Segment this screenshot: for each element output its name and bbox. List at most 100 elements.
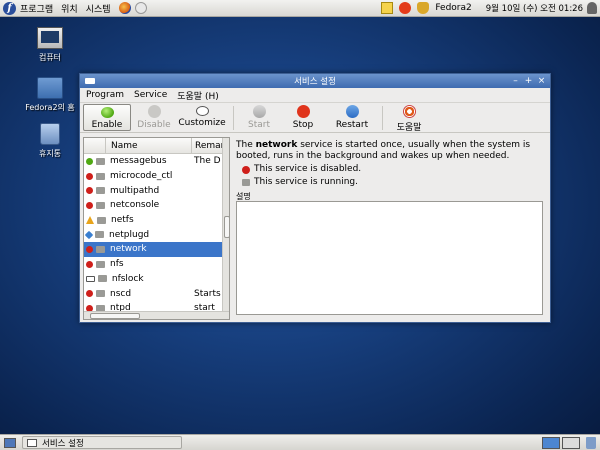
horizontal-scrollbar[interactable] xyxy=(84,311,229,319)
trash-icon[interactable] xyxy=(586,436,596,449)
bottom-panel: 서비스 설정 xyxy=(0,434,600,450)
table-row[interactable]: microcode_ctl xyxy=(84,169,222,184)
menu-system[interactable]: 시스템 xyxy=(86,2,111,15)
status-icon xyxy=(86,245,93,253)
username[interactable]: Fedora2 xyxy=(435,3,471,13)
column-header-remark[interactable]: Remar xyxy=(192,138,222,153)
workspace-2[interactable] xyxy=(562,436,580,449)
service-name-cell: multipathd xyxy=(110,185,160,196)
warning-icon xyxy=(86,216,94,225)
disable-button[interactable]: Disable xyxy=(131,103,177,130)
status-icon xyxy=(86,260,93,268)
start-button[interactable]: Start xyxy=(240,103,278,130)
status-running-text: This service is running. xyxy=(254,177,358,187)
column-header-status[interactable] xyxy=(84,138,106,153)
status-icon xyxy=(86,201,93,209)
table-row[interactable]: nfs xyxy=(84,257,222,272)
scroll-thumb[interactable] xyxy=(90,313,140,319)
stop-icon xyxy=(296,105,310,118)
show-desktop-icon[interactable] xyxy=(4,437,16,448)
taskbar-window-label: 서비스 설정 xyxy=(42,438,84,449)
status-disabled: This service is disabled. xyxy=(242,164,548,175)
service-type-icon xyxy=(96,157,105,165)
top-panel: f 프로그램 위치 시스템 Fedora2 9월 10일 (수) 오전 01:2… xyxy=(0,0,600,17)
update-icon[interactable] xyxy=(399,2,412,14)
toolbar-separator xyxy=(382,106,383,130)
table-row[interactable]: nfslock xyxy=(84,272,222,287)
service-rows: messagebus The D-microcode_ctl multipathd n… xyxy=(84,154,222,316)
status-running: This service is running. xyxy=(242,177,548,188)
summary-prefix: The xyxy=(236,140,256,150)
service-type-icon xyxy=(96,201,105,209)
disable-icon xyxy=(147,105,161,118)
service-type-icon xyxy=(96,172,105,180)
service-remark-cell: The D- xyxy=(194,156,221,167)
service-remark-cell: Starts xyxy=(194,288,221,299)
table-row[interactable]: nscd Starts xyxy=(84,286,222,301)
window-titlebar[interactable]: 서비스 설정 – + × xyxy=(80,74,550,88)
service-type-icon xyxy=(96,187,105,195)
status-icon xyxy=(84,230,94,240)
toolbar: Enable Disable Customize Start Stop Rest… xyxy=(80,103,550,133)
window-icon xyxy=(27,438,37,447)
enable-icon xyxy=(100,107,114,118)
fedora-logo-icon[interactable]: f xyxy=(3,1,16,15)
disabled-status-icon xyxy=(242,165,250,174)
disable-label: Disable xyxy=(137,120,171,130)
help-label: 도움말 xyxy=(396,123,422,133)
service-summary: The network service is started once, usu… xyxy=(236,140,548,162)
trash-icon xyxy=(40,123,60,145)
firefox-icon[interactable] xyxy=(118,2,131,14)
table-row[interactable]: netconsole xyxy=(84,198,222,213)
table-row[interactable]: multipathd xyxy=(84,183,222,198)
restart-label: Restart xyxy=(335,120,369,130)
menu-places[interactable]: 위치 xyxy=(61,2,78,15)
column-header-name[interactable]: Name xyxy=(106,138,192,153)
table-row[interactable]: netplugd xyxy=(84,227,222,242)
clock[interactable]: 9월 10일 (수) 오전 01:26 xyxy=(486,2,583,14)
desktop-icon-computer[interactable]: 컴퓨터 xyxy=(18,27,82,63)
customize-label: Customize xyxy=(178,118,226,128)
desktop-icon-trash[interactable]: 휴지통 xyxy=(18,123,82,159)
table-row[interactable]: network xyxy=(84,242,222,257)
service-name-cell: nfslock xyxy=(111,273,144,284)
workspace-1[interactable] xyxy=(542,436,560,449)
enable-label: Enable xyxy=(91,120,123,130)
desktop-icon-label: 컴퓨터 xyxy=(38,53,62,62)
restart-icon xyxy=(345,105,359,118)
table-row[interactable]: netfs xyxy=(84,213,222,228)
running-status-icon xyxy=(242,179,250,186)
help-icon[interactable] xyxy=(134,2,147,14)
customize-icon xyxy=(195,106,209,116)
service-name-cell: network xyxy=(110,244,147,255)
menu-help[interactable]: 도움말 (H) xyxy=(177,89,219,102)
notes-icon[interactable] xyxy=(381,2,394,14)
table-row[interactable]: messagebus The D- xyxy=(84,154,222,169)
help-button[interactable]: 도움말 xyxy=(389,103,429,133)
service-name-cell: microcode_ctl xyxy=(110,171,173,182)
restart-button[interactable]: Restart xyxy=(328,103,376,130)
desktop-icon-home[interactable]: Fedora2의 홈 xyxy=(18,77,82,113)
service-list: Name Remar messagebus The D-microcode_ctl… xyxy=(83,137,230,320)
description-box[interactable] xyxy=(236,201,543,315)
service-type-icon xyxy=(97,216,106,224)
desktop-icon-label: Fedora2의 홈 xyxy=(25,103,75,112)
status-icon xyxy=(86,172,93,180)
service-name-cell: nfs xyxy=(110,259,124,270)
user-switch-icon[interactable] xyxy=(587,2,597,14)
window-title: 서비스 설정 xyxy=(294,77,336,87)
customize-button[interactable]: Customize xyxy=(177,103,227,128)
workspace-switcher xyxy=(540,436,580,449)
menu-program[interactable]: Program xyxy=(86,90,124,100)
stop-button[interactable]: Stop xyxy=(278,103,328,130)
lifebuoy-icon xyxy=(402,105,416,118)
status-disabled-text: This service is disabled. xyxy=(254,164,362,174)
vertical-scrollbar[interactable] xyxy=(222,138,229,313)
notification-icon[interactable] xyxy=(417,2,430,14)
service-config-window: 서비스 설정 – + × Program Service 도움말 (H) Ena… xyxy=(79,73,551,323)
taskbar-window-button[interactable]: 서비스 설정 xyxy=(22,436,182,449)
menu-programs[interactable]: 프로그램 xyxy=(20,2,53,15)
enable-button[interactable]: Enable xyxy=(83,104,131,131)
scroll-thumb[interactable] xyxy=(224,216,229,238)
menu-service[interactable]: Service xyxy=(134,90,167,100)
